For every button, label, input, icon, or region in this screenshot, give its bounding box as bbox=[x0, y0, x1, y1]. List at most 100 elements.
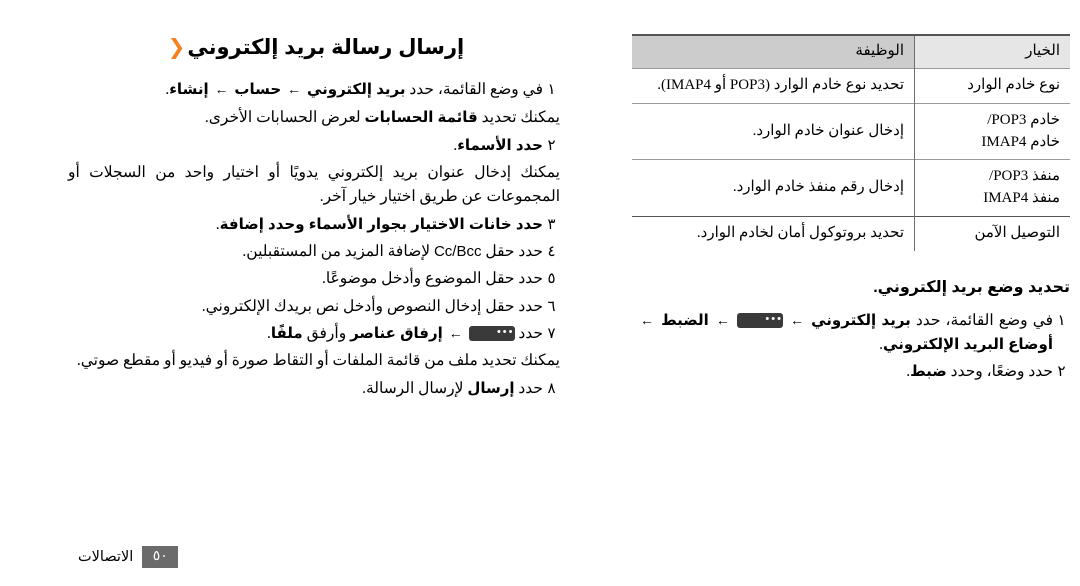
step-text: يمكنك تحديد bbox=[477, 108, 560, 126]
ui-term: حدد خانات الاختيار بجوار الأسماء وحدد إض… bbox=[219, 215, 543, 233]
cell-option: خادم POP3/خادم IMAP4 bbox=[914, 102, 1070, 160]
table-row: نوع خادم الوارد تحديد نوع خادم الوارد (PO… bbox=[632, 68, 1070, 104]
cell-option: نوع خادم الوارد bbox=[914, 68, 1070, 104]
list-item: ٢ حدد الأسماء. bbox=[68, 134, 560, 158]
list-item: ٣ حدد خانات الاختيار بجوار الأسماء وحدد إ… bbox=[68, 213, 560, 237]
ui-term: إرفاق عناصر bbox=[350, 324, 443, 342]
page-title: إرسال رسالة بريد إلكتروني ❮ bbox=[68, 34, 560, 62]
step-text: في وضع القائمة، حدد bbox=[910, 311, 1054, 329]
chevron-left-icon: ❮ bbox=[167, 35, 185, 59]
step-number: ٤ bbox=[547, 244, 556, 261]
page-title-text: إرسال رسالة بريد إلكتروني bbox=[187, 36, 465, 59]
list-item: ٢ حدد وضعًا، وحدد ضبط. bbox=[638, 360, 1070, 384]
option-line: التوصيل الآمن bbox=[974, 224, 1060, 241]
option-line: خادم IMAP4 bbox=[981, 133, 1060, 150]
arrow-separator-icon: ← bbox=[444, 324, 467, 341]
step-text: حدد حقل الموضوع وأدخل موضوعًا. bbox=[321, 270, 543, 288]
arrow-separator-icon: ← bbox=[640, 311, 660, 328]
step-body: حدد حقل إدخال النصوص وأدخل نص بريدك الإل… bbox=[68, 295, 543, 319]
ui-term: الضبط bbox=[661, 311, 709, 329]
arrow-separator-icon: ← bbox=[210, 81, 233, 98]
option-line: خادم POP3/ bbox=[987, 111, 1060, 128]
step-number: ١ bbox=[547, 82, 556, 99]
step-number: ٥ bbox=[547, 271, 556, 288]
step-text: حدد حقل bbox=[481, 243, 543, 261]
option-line: منفذ IMAP4 bbox=[983, 190, 1060, 206]
arrow-separator-icon: ← bbox=[710, 311, 735, 328]
step-body: حدد حقل Cc/Bcc لإضافة المزيد من المستقبل… bbox=[68, 240, 543, 264]
step-body: حدد حقل الموضوع وأدخل موضوعًا. bbox=[68, 267, 543, 291]
arrow-separator-icon: ← bbox=[283, 81, 305, 98]
table-row: منفذ POP3/منفذ IMAP4 إدخال رقم منفذ خادم … bbox=[632, 159, 1070, 217]
right-steps-list: ١ في وضع القائمة، حدد بريد إلكتروني ← •••… bbox=[638, 309, 1070, 384]
ui-term: ضبط bbox=[910, 362, 947, 380]
list-item: ١ في وضع القائمة، حدد بريد إلكتروني ← حسا… bbox=[68, 78, 560, 102]
cell-function: تحديد بروتوكول أمان لخادم الوارد. bbox=[632, 215, 915, 251]
step-text: حدد bbox=[514, 324, 543, 342]
step-number: ٨ bbox=[547, 381, 556, 398]
arrow-separator-icon: ← bbox=[784, 311, 810, 328]
cell-option: منفذ POP3/منفذ IMAP4 bbox=[914, 159, 1070, 217]
table-row: التوصيل الآمن تحديد بروتوكول أمان لخادم ا… bbox=[632, 215, 1070, 251]
menu-key-icon: ••• bbox=[468, 325, 515, 341]
step-text: حدد وضعًا، وحدد bbox=[946, 362, 1053, 380]
step-number: ٧ bbox=[547, 325, 556, 342]
step-body: في وضع القائمة، حدد بريد إلكتروني ← ••• … bbox=[638, 309, 1053, 357]
step-number: ٦ bbox=[547, 298, 556, 315]
page-number-badge: ٥٠ bbox=[142, 546, 179, 568]
table-body: نوع خادم الوارد تحديد نوع خادم الوارد (PO… bbox=[632, 68, 1070, 251]
email-server-options-table: الخيار الوظيفة نوع خادم الوارد تحديد نوع … bbox=[632, 34, 1070, 251]
cell-function: إدخال رقم منفذ خادم الوارد. bbox=[632, 159, 915, 217]
list-item: ٥ حدد حقل الموضوع وأدخل موضوعًا. bbox=[68, 267, 560, 291]
option-lines: منفذ POP3/منفذ IMAP4 bbox=[925, 166, 1060, 210]
step-text: لعرض الحسابات الأخرى. bbox=[204, 108, 365, 126]
step-text: لإرسال الرسالة. bbox=[362, 380, 468, 398]
option-lines: التوصيل الآمن bbox=[925, 223, 1060, 245]
column-header-function: الوظيفة bbox=[632, 34, 915, 69]
cell-function: تحديد نوع خادم الوارد (POP3 أو IMAP4). bbox=[632, 68, 915, 104]
option-line: نوع خادم الوارد bbox=[967, 77, 1060, 93]
right-column: الخيار الوظيفة نوع خادم الوارد تحديد نوع … bbox=[580, 34, 1080, 387]
cell-function: إدخال عنوان خادم الوارد. bbox=[632, 102, 915, 160]
footer-section-label: الاتصالات bbox=[78, 548, 134, 565]
left-column: إرسال رسالة بريد إلكتروني ❮ ١ في وضع القا… bbox=[20, 34, 580, 404]
ui-term: قائمة الحسابات bbox=[364, 108, 478, 126]
list-item: ٧ حدد ••• ← إرفاق عناصر وأرفق ملفًا. bbox=[68, 322, 560, 346]
page-columns: الخيار الوظيفة نوع خادم الوارد تحديد نوع … bbox=[0, 34, 1080, 514]
list-item: ٤ حدد حقل Cc/Bcc لإضافة المزيد من المستقب… bbox=[68, 240, 560, 264]
option-lines: خادم POP3/خادم IMAP4 bbox=[925, 110, 1060, 154]
ui-term: أوضاع البريد الإلكتروني bbox=[883, 335, 1053, 353]
step-number: ٢ bbox=[547, 137, 556, 154]
ui-term: إنشاء bbox=[169, 81, 209, 99]
list-item: ٨ حدد إرسال لإرسال الرسالة. bbox=[68, 377, 560, 401]
ui-term: إرسال bbox=[467, 380, 515, 398]
table-row: خادم POP3/خادم IMAP4 إدخال عنوان خادم الو… bbox=[632, 102, 1070, 160]
step-text: يمكنك تحديد ملف من قائمة الملفات أو التق… bbox=[76, 352, 560, 370]
list-item: ٦ حدد حقل إدخال النصوص وأدخل نص بريدك الإ… bbox=[68, 295, 560, 319]
footer-inner: ٥٠ الاتصالات bbox=[78, 546, 179, 568]
step-note: يمكنك تحديد قائمة الحسابات لعرض الحسابات… bbox=[68, 106, 560, 130]
table-header: الخيار الوظيفة bbox=[632, 34, 1070, 69]
left-steps-list: ١ في وضع القائمة، حدد بريد إلكتروني ← حسا… bbox=[68, 78, 560, 401]
step-number: ٢ bbox=[1057, 363, 1066, 380]
column-header-option: الخيار bbox=[914, 34, 1070, 69]
step-body: حدد إرسال لإرسال الرسالة. bbox=[68, 377, 543, 401]
step-text: لإضافة المزيد من المستقبلين. bbox=[242, 243, 434, 261]
ui-term: حدد الأسماء bbox=[457, 136, 543, 154]
step-body: حدد خانات الاختيار بجوار الأسماء وحدد إض… bbox=[68, 213, 543, 237]
cell-option: التوصيل الآمن bbox=[914, 215, 1070, 251]
step-body: في وضع القائمة، حدد بريد إلكتروني ← حساب… bbox=[68, 78, 543, 102]
ui-term: بريد إلكتروني bbox=[306, 81, 406, 99]
list-item: ١ في وضع القائمة، حدد بريد إلكتروني ← •••… bbox=[638, 309, 1070, 357]
ui-term: حساب bbox=[234, 81, 282, 99]
step-body: حدد ••• ← إرفاق عناصر وأرفق ملفًا. bbox=[68, 322, 543, 346]
ui-term: ملفًا bbox=[270, 324, 303, 342]
option-lines: نوع خادم الوارد bbox=[925, 75, 1060, 97]
menu-key-icon: ••• bbox=[736, 312, 783, 328]
step-body: حدد الأسماء. bbox=[68, 134, 543, 158]
manual-page: الخيار الوظيفة نوع خادم الوارد تحديد نوع … bbox=[0, 0, 1080, 586]
table-header-row: الخيار الوظيفة bbox=[632, 34, 1070, 69]
step-text: حدد حقل إدخال النصوص وأدخل نص بريدك الإل… bbox=[201, 297, 543, 315]
option-line: منفذ POP3/ bbox=[989, 168, 1060, 185]
select-email-profile-heading: تحديد وضع بريد إلكتروني. bbox=[873, 278, 1070, 296]
